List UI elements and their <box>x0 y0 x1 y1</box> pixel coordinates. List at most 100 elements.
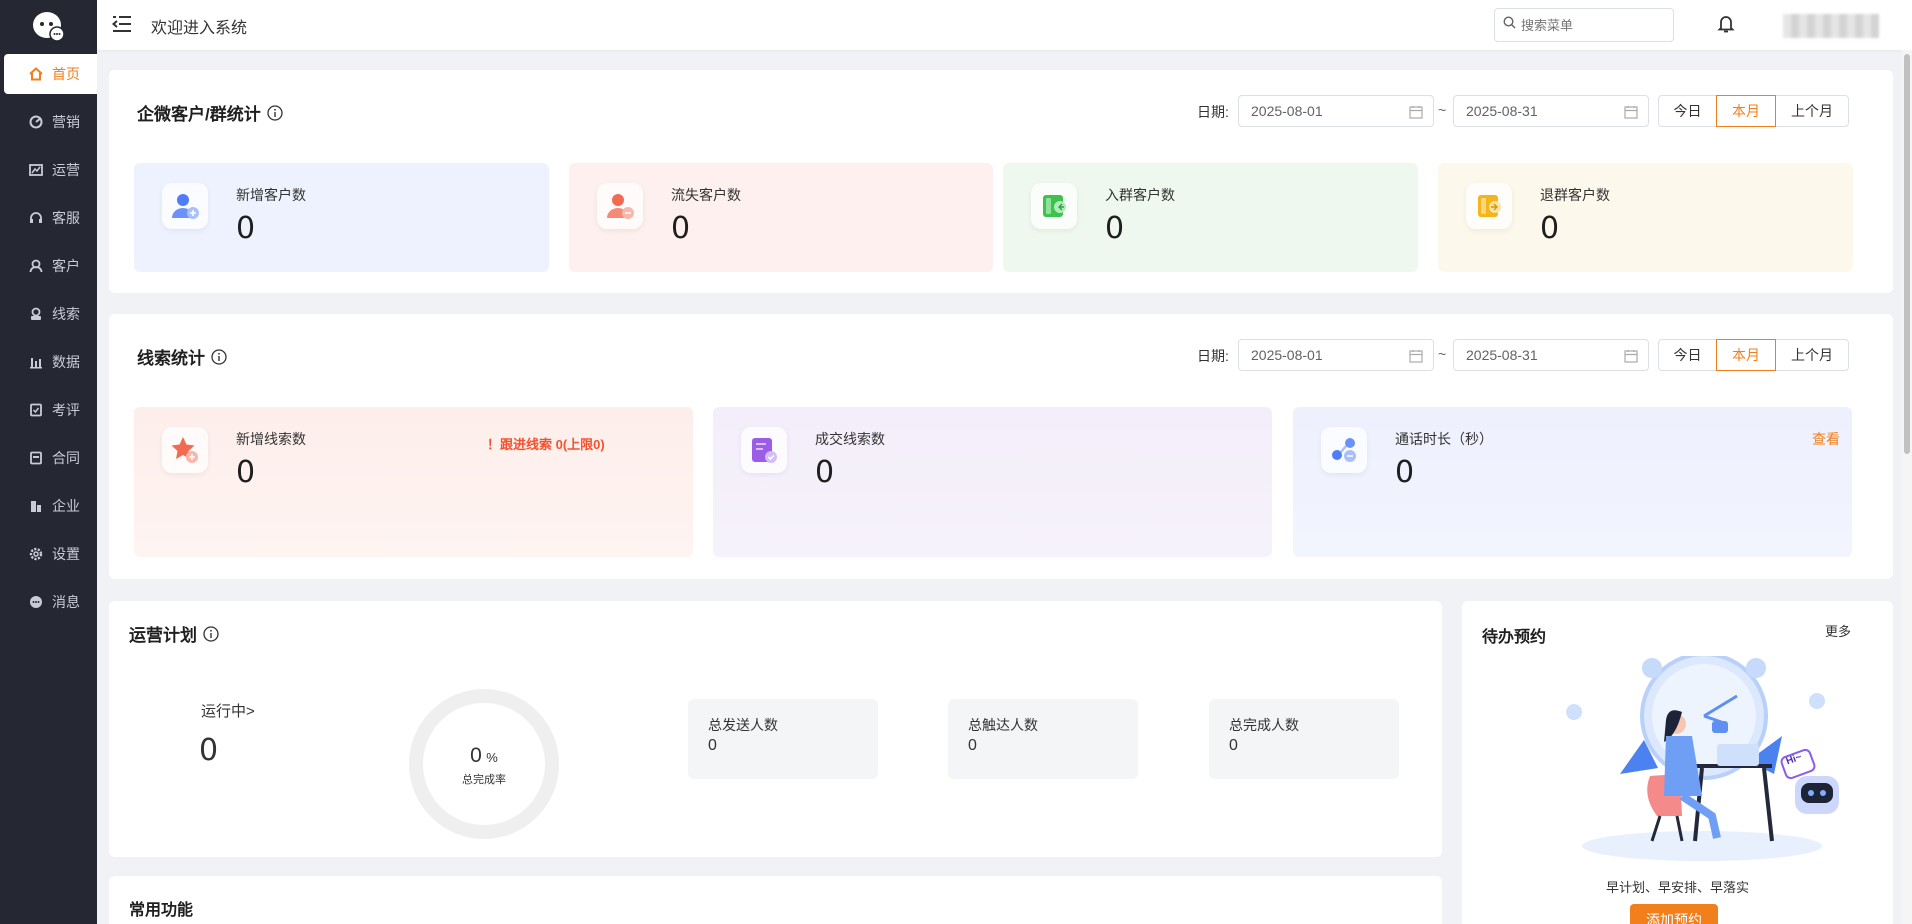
start-date-value: 2025-08-01 <box>1251 347 1323 363</box>
card-value: 0 <box>1229 737 1238 754</box>
card-label: 总完成人数 <box>1229 717 1299 733</box>
card-value: 0 <box>671 211 691 246</box>
start-date-input[interactable]: 2025-08-01 <box>1238 95 1434 127</box>
sidebar: 首页 营销 运营 客服 客户 线索 数据 考评 合同 企业 设置 消息 <box>0 0 97 924</box>
view-link[interactable]: 查看 <box>1812 429 1840 449</box>
end-date-value: 2025-08-31 <box>1466 347 1538 363</box>
page-scrollbar[interactable] <box>1902 50 1912 924</box>
this-month-button[interactable]: 本月 <box>1716 95 1776 127</box>
enter-group-icon <box>1031 183 1077 229</box>
user-avatar-name[interactable] <box>1783 14 1879 38</box>
sidebar-item-data[interactable]: 数据 <box>4 342 97 382</box>
card-label: 成交线索数 <box>815 431 885 447</box>
last-month-button[interactable]: 上个月 <box>1775 339 1849 371</box>
add-appointment-button[interactable]: 添加预约 <box>1630 904 1718 924</box>
sidebar-item-service[interactable]: 客服 <box>4 198 97 238</box>
info-icon[interactable] <box>211 348 227 365</box>
contract-icon <box>28 450 44 466</box>
date-range-separator: ~ <box>1438 102 1447 118</box>
card-label: 通话时长（秒） <box>1395 431 1493 447</box>
calendar-icon <box>1409 105 1423 119</box>
sidebar-item-clue[interactable]: 线索 <box>4 294 97 334</box>
clue-stats-title-text: 线索统计 <box>137 349 205 368</box>
start-date-input[interactable]: 2025-08-01 <box>1238 339 1434 371</box>
date-quick-buttons: 今日 本月 上个月 <box>1658 95 1849 127</box>
remove-user-icon <box>597 183 643 229</box>
sidebar-item-customer[interactable]: 客户 <box>4 246 97 286</box>
gear-icon <box>28 546 44 562</box>
card-value: 0 <box>1105 211 1125 246</box>
clue-icon <box>28 306 44 322</box>
search-box[interactable] <box>1494 8 1674 42</box>
lost-customer-card: 流失客户数 0 <box>569 163 993 272</box>
clue-stats-title: 线索统计 <box>137 344 227 369</box>
last-month-button[interactable]: 上个月 <box>1775 95 1849 127</box>
card-label: 入群客户数 <box>1105 187 1175 203</box>
common-functions-title: 常用功能 <box>129 902 194 919</box>
menu-fold-icon[interactable] <box>111 14 133 34</box>
sidebar-item-enterprise[interactable]: 企业 <box>4 486 97 526</box>
sidebar-item-label: 考评 <box>52 402 80 418</box>
today-button[interactable]: 今日 <box>1658 95 1717 127</box>
chart-icon <box>28 354 44 370</box>
info-icon[interactable] <box>203 625 219 642</box>
card-label: 总触达人数 <box>968 717 1038 733</box>
card-value: 0 <box>236 455 256 490</box>
card-label: 退群客户数 <box>1540 187 1610 203</box>
sidebar-item-label: 企业 <box>52 498 80 514</box>
search-input[interactable] <box>1521 17 1661 33</box>
bell-icon[interactable] <box>1717 14 1735 34</box>
calendar-icon <box>1624 349 1638 363</box>
scrollbar-thumb[interactable] <box>1904 54 1910 454</box>
follow-limit-warning: ！跟进线索 0(上限0) <box>487 437 605 452</box>
sidebar-item-label: 客服 <box>52 210 80 226</box>
enterprise-icon <box>28 498 44 514</box>
sidebar-item-label: 首页 <box>52 66 80 82</box>
sidebar-item-settings[interactable]: 设置 <box>4 534 97 574</box>
sidebar-item-label: 营销 <box>52 114 80 130</box>
sidebar-item-label: 线索 <box>52 306 80 322</box>
calendar-icon <box>1624 105 1638 119</box>
sidebar-item-evaluation[interactable]: 考评 <box>4 390 97 430</box>
operation-icon <box>28 162 44 178</box>
more-link[interactable]: 更多 <box>1825 621 1851 640</box>
end-date-input[interactable]: 2025-08-31 <box>1453 95 1649 127</box>
calendar-icon <box>1409 349 1423 363</box>
total-reached-card: 总触达人数 0 <box>948 699 1138 779</box>
running-link[interactable]: 运行中> <box>201 700 255 721</box>
info-icon[interactable] <box>267 104 283 121</box>
quit-group-card: 退群客户数 0 <box>1438 163 1853 272</box>
star-add-icon <box>162 427 208 473</box>
today-button[interactable]: 今日 <box>1658 339 1717 371</box>
card-value: 0 <box>1395 455 1415 490</box>
card-value: 0 <box>708 737 717 754</box>
new-clue-card: 新增线索数 0 ！跟进线索 0(上限0) <box>134 407 693 557</box>
card-value: 0 <box>815 455 835 490</box>
this-month-button[interactable]: 本月 <box>1716 339 1776 371</box>
start-date-value: 2025-08-01 <box>1251 103 1323 119</box>
deal-clue-card: 成交线索数 0 <box>713 407 1272 557</box>
sidebar-item-label: 合同 <box>52 450 80 466</box>
sidebar-item-operation[interactable]: 运营 <box>4 150 97 190</box>
clue-stats-panel: 线索统计 日期: 2025-08-01 ~ 2025-08-31 今日 本月 上… <box>109 314 1893 579</box>
completion-rate-value: 0 <box>470 744 482 767</box>
sidebar-item-message[interactable]: 消息 <box>4 582 97 622</box>
sidebar-item-marketing[interactable]: 营销 <box>4 102 97 142</box>
sidebar-item-contract[interactable]: 合同 <box>4 438 97 478</box>
home-icon <box>28 66 44 82</box>
end-date-input[interactable]: 2025-08-31 <box>1453 339 1649 371</box>
card-label: 新增线索数 <box>236 431 306 447</box>
sidebar-item-home[interactable]: 首页 <box>4 54 97 94</box>
card-label: 总发送人数 <box>708 717 778 733</box>
date-quick-buttons: 今日 本月 上个月 <box>1658 339 1849 371</box>
sidebar-item-label: 数据 <box>52 354 80 370</box>
operation-plan-panel: 运营计划 运行中> 0 0 % 总完成率 总发送人数 0 总触达人数 0 总完成… <box>109 601 1442 857</box>
date-label: 日期: <box>1197 104 1229 120</box>
message-icon <box>28 594 44 610</box>
card-value: 0 <box>968 737 977 754</box>
app-logo <box>32 10 65 42</box>
card-label: 新增客户数 <box>236 187 306 203</box>
todo-title: 待办预约 <box>1482 629 1547 646</box>
todo-panel: 待办预约 更多 Hi~ 早计划、早安排、早落实 <box>1462 601 1893 924</box>
sidebar-item-label: 客户 <box>52 258 80 274</box>
